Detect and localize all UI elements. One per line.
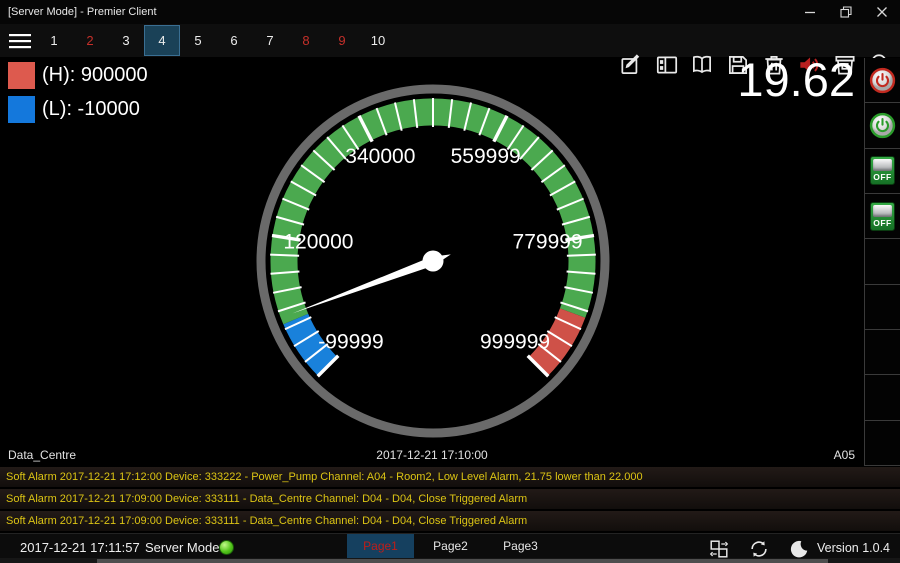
toggle-off-icon: OFF [870, 156, 895, 185]
tab-9[interactable]: 9 [324, 25, 360, 56]
sync-icon [748, 538, 770, 560]
sync-button[interactable] [748, 538, 770, 560]
tab-4[interactable]: 4 [144, 25, 180, 56]
scrollbar-thumb[interactable] [97, 559, 828, 563]
edit-icon [618, 52, 644, 78]
gauge-tick-label: 559999 [451, 145, 521, 168]
tab-2[interactable]: 2 [72, 25, 108, 56]
version-label: Version 1.0.4 [817, 541, 890, 555]
alarm-row[interactable]: Soft Alarm 2017-12-21 17:09:00 Device: 3… [0, 489, 900, 509]
gauge-tick-label: 779999 [513, 230, 583, 253]
menu-button[interactable] [8, 30, 34, 52]
app-window: [Server Mode] - Premier Client 123456789… [0, 0, 900, 563]
toggle-off-icon: OFF [870, 202, 895, 231]
gauge-tick-label: -99999 [318, 331, 383, 354]
gauge-tick [270, 255, 299, 256]
horizontal-scrollbar [0, 558, 900, 563]
tab-7[interactable]: 7 [252, 25, 288, 56]
toggle-rocker [873, 205, 892, 217]
power-button-red[interactable] [865, 58, 900, 103]
control-sidebar: OFF OFF [864, 58, 900, 466]
current-value: 19.62 [737, 52, 855, 107]
layout-button[interactable] [654, 52, 680, 78]
swap-icon [708, 538, 730, 560]
page-tabs: Page1 Page2 Page3 [347, 534, 554, 559]
reading-timestamp: 2017-12-21 17:10:00 [0, 448, 864, 462]
page-tab-page3[interactable]: Page3 [487, 534, 554, 559]
close-button[interactable] [864, 0, 900, 24]
gauge-tick-label: 120000 [283, 230, 353, 253]
tab-6[interactable]: 6 [216, 25, 252, 56]
moon-icon [788, 538, 810, 560]
gauge-zone-normal [284, 112, 582, 319]
tab-8[interactable]: 8 [288, 25, 324, 56]
layout-icon [654, 52, 680, 78]
high-limit-swatch [8, 62, 35, 89]
low-limit-label: (L): -10000 [42, 98, 140, 121]
low-limit-row: (L): -10000 [8, 96, 148, 123]
hamburger-icon [8, 30, 34, 52]
gauge-tick [567, 255, 596, 256]
swap-layout-button[interactable] [708, 538, 730, 560]
sidebar-empty-cell [865, 330, 900, 375]
window-title: [Server Mode] - Premier Client [8, 0, 157, 24]
minimize-icon [804, 6, 816, 18]
sidebar-empty-cell [865, 421, 900, 466]
alarm-row[interactable]: Soft Alarm 2017-12-21 17:12:00 Device: 3… [0, 467, 900, 487]
power-button-green[interactable] [865, 103, 900, 148]
mode-label: Server Mode [145, 540, 219, 555]
clock: 2017-12-21 17:11:57 [20, 540, 140, 555]
status-bar-icons [708, 538, 810, 560]
sidebar-empty-cell [865, 239, 900, 284]
limit-legend: (H): 900000 (L): -10000 [8, 62, 148, 130]
page-tab-page2[interactable]: Page2 [417, 534, 484, 559]
power-red-icon [869, 67, 896, 94]
page-tab-page1[interactable]: Page1 [347, 534, 414, 559]
book-icon [689, 52, 715, 78]
restore-icon [840, 6, 852, 18]
low-limit-swatch [8, 96, 35, 123]
edit-button[interactable] [618, 52, 644, 78]
connection-indicator [219, 540, 234, 555]
title-bar: [Server Mode] - Premier Client [0, 0, 900, 24]
toggle-rocker [873, 159, 892, 171]
gauge-tick-label: 340000 [345, 145, 415, 168]
alarm-list: Soft Alarm 2017-12-21 17:12:00 Device: 3… [0, 467, 900, 533]
tab-10[interactable]: 10 [360, 25, 396, 56]
window-controls [792, 0, 900, 24]
tab-3[interactable]: 3 [108, 25, 144, 56]
minimize-button[interactable] [792, 0, 828, 24]
close-icon [876, 6, 888, 18]
toggle-switch-2[interactable]: OFF [865, 194, 900, 239]
status-bar: 2017-12-21 17:11:57 Server Mode Page1 Pa… [0, 533, 900, 563]
channel-code: A05 [834, 448, 855, 462]
high-limit-label: (H): 900000 [42, 64, 148, 87]
high-limit-row: (H): 900000 [8, 62, 148, 89]
toggle-switch-1[interactable]: OFF [865, 149, 900, 194]
gauge-hub [423, 251, 444, 272]
night-mode-button[interactable] [788, 538, 810, 560]
toggle-label: OFF [871, 172, 894, 182]
restore-button[interactable] [828, 0, 864, 24]
tab-1[interactable]: 1 [36, 25, 72, 56]
sidebar-empty-cell [865, 375, 900, 420]
sidebar-empty-cell [865, 285, 900, 330]
toggle-label: OFF [871, 218, 894, 228]
gauge-info-row: Data_Centre 2017-12-21 17:10:00 A05 [0, 448, 864, 466]
gauge: -99999 120000 340000 559999 779999 999999 [248, 76, 618, 456]
tab-5[interactable]: 5 [180, 25, 216, 56]
book-button[interactable] [689, 52, 715, 78]
power-green-icon [869, 112, 896, 139]
gauge-tick-label: 999999 [480, 331, 550, 354]
screen-tabs: 12345678910 [36, 25, 396, 57]
alarm-row[interactable]: Soft Alarm 2017-12-21 17:09:00 Device: 3… [0, 511, 900, 531]
